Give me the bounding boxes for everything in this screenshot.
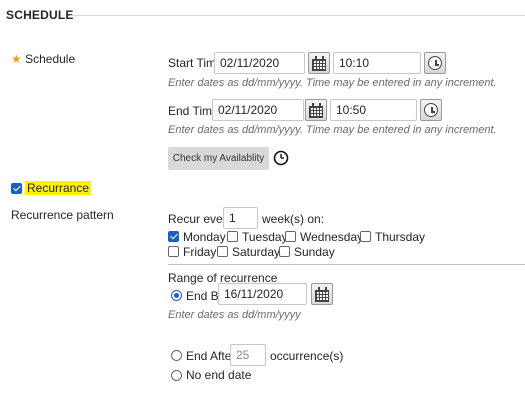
start-time-hint: Enter dates as dd/mm/yyyy. Time may be e…: [168, 77, 497, 89]
end-time-hint: Enter dates as dd/mm/yyyy. Time may be e…: [168, 124, 497, 136]
end-time-input[interactable]: 10:50: [330, 99, 417, 121]
recurrence-divider: [168, 264, 525, 265]
recurrence-label: Recurrance: [25, 181, 92, 195]
day-label-thursday: Thursday: [375, 230, 426, 244]
day-checkbox-wednesday[interactable]: [285, 231, 296, 242]
weeks-on-label: week(s) on:: [262, 212, 325, 226]
end-by-date-input[interactable]: 16/11/2020: [218, 283, 307, 305]
end-date-input[interactable]: 02/11/2020: [212, 99, 304, 121]
recurrence-checkbox[interactable]: [11, 183, 22, 194]
end-by-hint: Enter dates as dd/mm/yyyy: [168, 309, 301, 321]
start-time-clock-icon[interactable]: [424, 52, 446, 74]
day-checkbox-sunday[interactable]: [279, 246, 290, 257]
day-checkbox-monday[interactable]: [168, 231, 179, 242]
end-by-calendar-icon[interactable]: [311, 283, 333, 305]
day-checkbox-tuesday[interactable]: [227, 231, 238, 242]
end-after-occurrences-input[interactable]: 25: [230, 344, 266, 366]
section-title: SCHEDULE: [6, 8, 74, 22]
day-label-tuesday: Tuesday: [242, 230, 288, 244]
schedule-label: Schedule: [25, 52, 76, 66]
end-time-clock-icon[interactable]: [420, 99, 442, 121]
required-star-icon: ★: [11, 52, 22, 66]
end-date-calendar-icon[interactable]: [305, 99, 327, 121]
end-after-label: End After: [186, 349, 236, 363]
start-date-input[interactable]: 02/11/2020: [214, 52, 305, 74]
availability-clock-icon[interactable]: [273, 150, 289, 166]
start-date-calendar-icon[interactable]: [308, 52, 330, 74]
recurrence-pattern-label: Recurrence pattern: [11, 208, 114, 222]
day-label-monday: Monday: [183, 230, 226, 244]
day-label-saturday: Saturday: [232, 245, 281, 259]
check-availability-button[interactable]: Check my Availablity: [168, 147, 269, 170]
day-label-friday: Friday: [183, 245, 217, 259]
day-checkbox-thursday[interactable]: [360, 231, 371, 242]
end-after-radio[interactable]: [171, 350, 182, 361]
recurrence-label-text: Recurrance: [25, 181, 92, 195]
day-checkbox-saturday[interactable]: [217, 246, 228, 257]
no-end-date-radio[interactable]: [171, 370, 182, 381]
end-by-radio[interactable]: [171, 290, 182, 301]
day-label-sunday: Sunday: [294, 245, 335, 259]
schedule-required-label: ★ Schedule: [11, 52, 75, 66]
day-label-wednesday: Wednesday: [300, 230, 364, 244]
occurrences-label: occurrence(s): [270, 349, 344, 363]
no-end-date-label: No end date: [186, 368, 252, 382]
recur-every-input[interactable]: 1: [223, 207, 258, 229]
start-time-input[interactable]: 10:10: [333, 52, 421, 74]
section-divider: [70, 15, 525, 16]
day-checkbox-friday[interactable]: [168, 246, 179, 257]
